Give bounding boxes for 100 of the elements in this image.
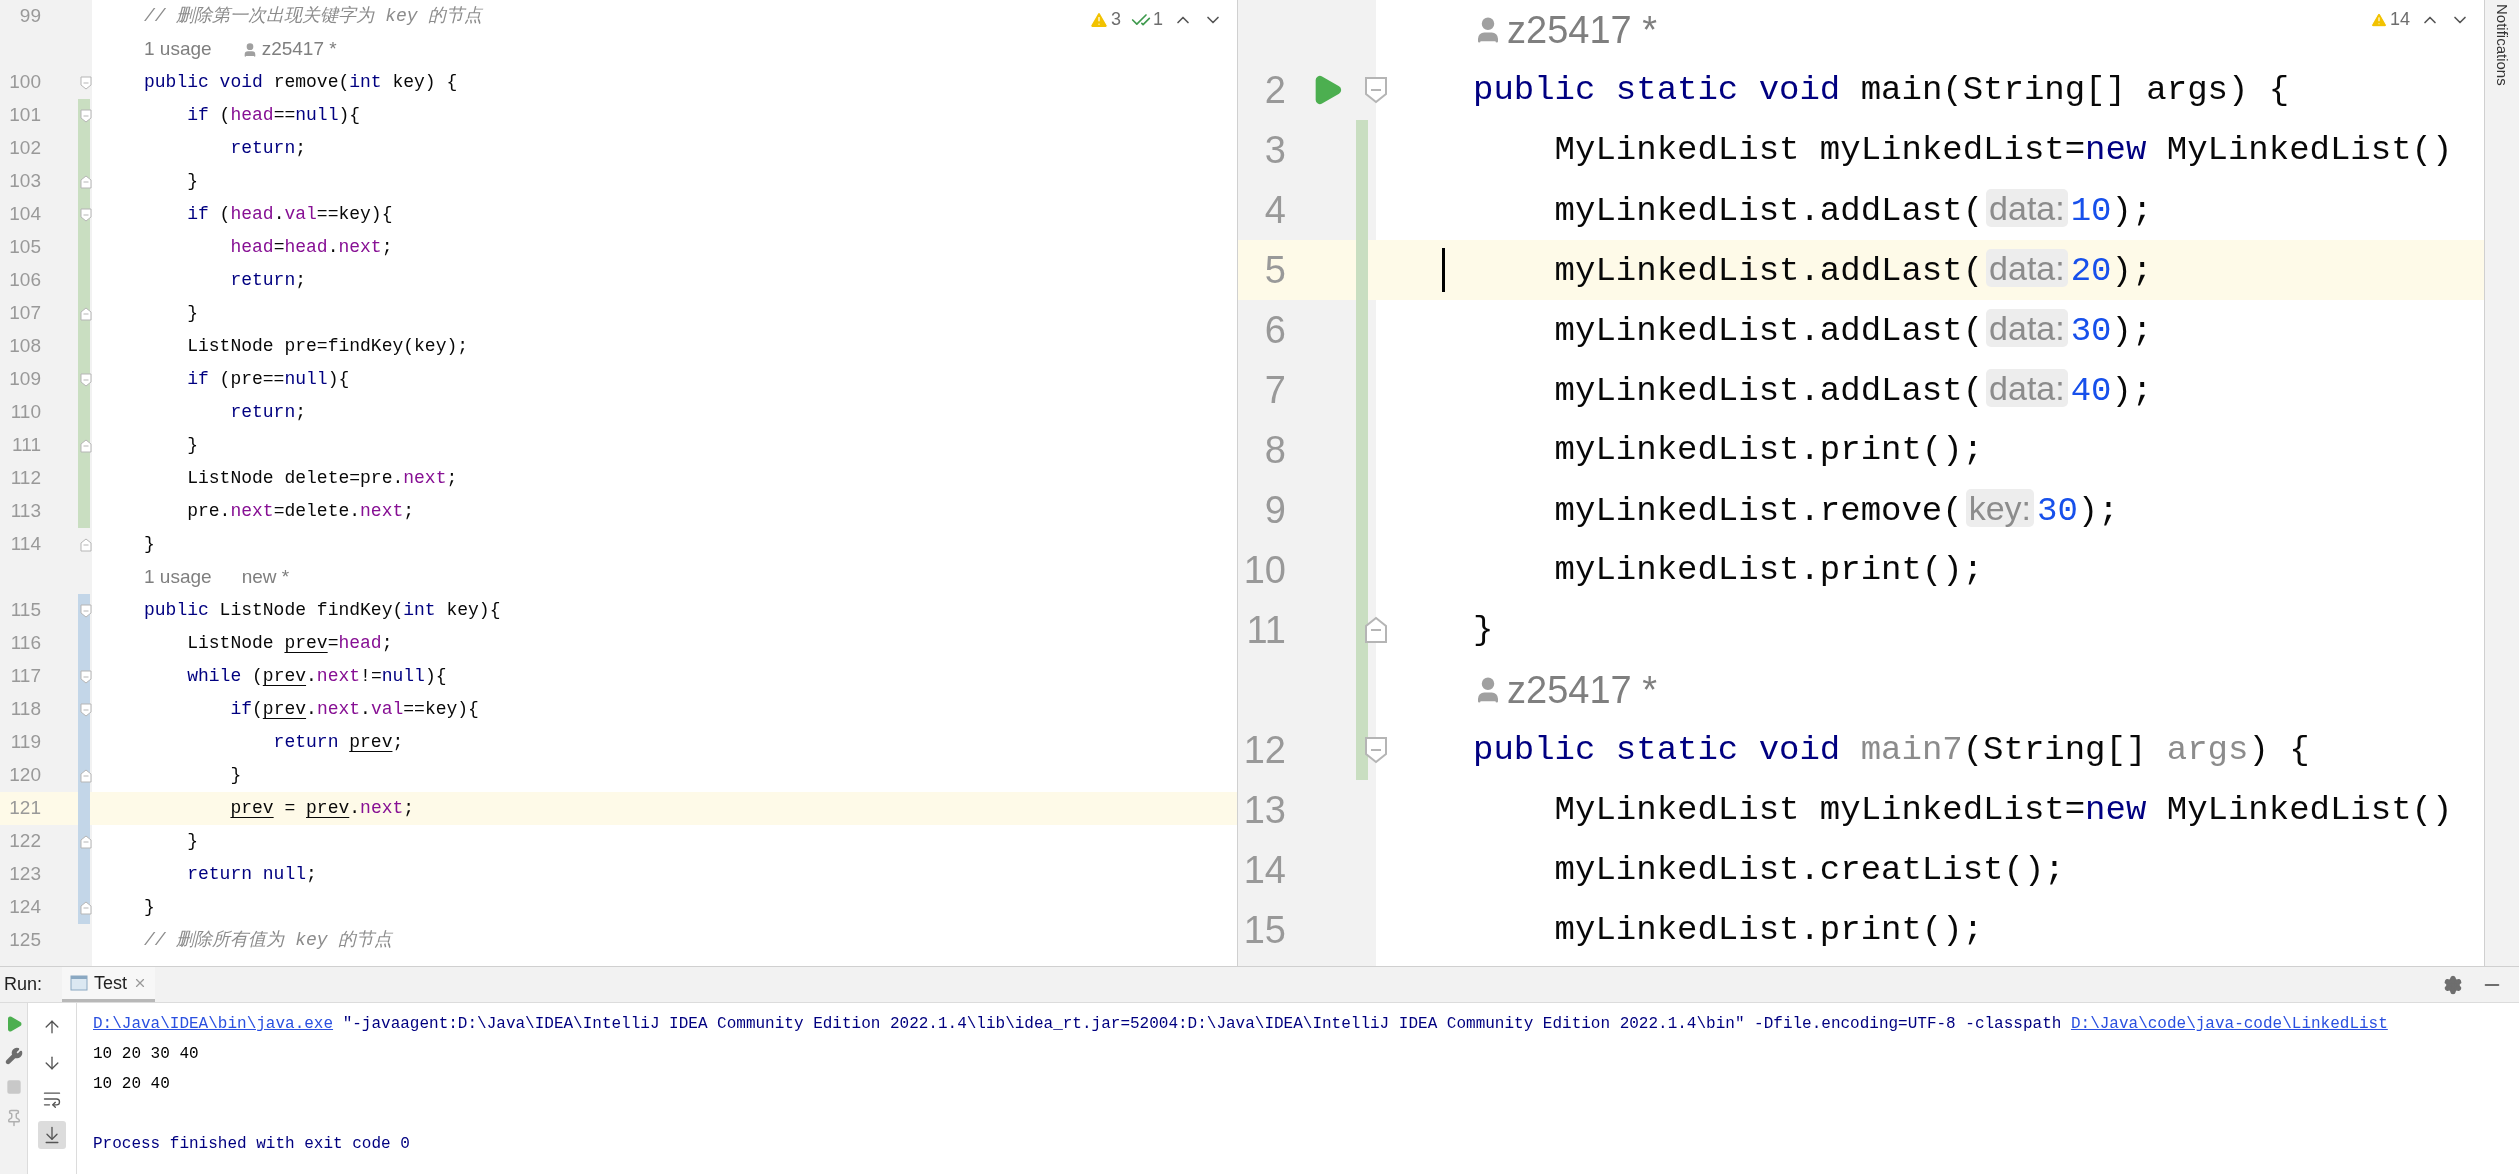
console-line: 10 20 30 40	[93, 1044, 200, 1065]
code-line: if(prev.next.val==key){	[229, 698, 479, 721]
line-number: 13	[1243, 787, 1286, 833]
line-number: 124	[9, 895, 41, 920]
usages-hint[interactable]: 1 usage	[144, 35, 212, 64]
line-number: 8	[1264, 427, 1286, 473]
line-number: 116	[10, 631, 41, 656]
fold-icon[interactable]	[80, 75, 92, 90]
line-number: 103	[9, 169, 41, 194]
line-number: 4	[1264, 187, 1286, 233]
author-hint[interactable]: z25417 *	[261, 35, 337, 64]
line-number: 7	[1264, 367, 1286, 413]
line-number: 100	[9, 70, 41, 95]
line-number: 122	[9, 829, 41, 854]
author-hint[interactable]: new *	[241, 563, 290, 592]
usages-hint[interactable]: 1 usage	[144, 563, 212, 592]
line-number: 109	[9, 367, 41, 392]
code-line: myLinkedList.print();	[1553, 429, 1984, 471]
wrench-icon[interactable]	[4, 1047, 23, 1065]
code-line: myLinkedList.addLast( data: 30);	[1553, 308, 2153, 352]
code-line: ListNode pre=findKey(key);	[186, 335, 469, 358]
line-number: 113	[10, 499, 41, 524]
stop-icon[interactable]	[5, 1079, 22, 1095]
code-line: pre.next=delete.next;	[186, 500, 415, 523]
fold-icon[interactable]	[80, 108, 92, 123]
inspection-count[interactable]: 1	[1153, 6, 1163, 33]
code-line: }	[186, 302, 198, 325]
change-marker[interactable]	[1356, 720, 1368, 780]
fold-icon[interactable]	[1364, 616, 1388, 644]
line-number: 121	[9, 796, 41, 821]
line-number: 114	[10, 532, 41, 557]
console-line: Process finished with exit code 0	[93, 1134, 411, 1155]
inspection-count[interactable]: 3	[1110, 6, 1121, 33]
console-line: D:\Java\IDEA\bin\java.exe "-javaagent:D:\Java\IDEA\IntelliJ IDEA Community Edition 2022.1.4\lib\idea_rt.jar=52004:D:\Java\IDEA\IntelliJ IDEA Community Edition 2022.1.4\bin" -Dfile.encoding=UTF-8 -classpath D:\Java\code\java-code\LinkedList	[93, 1014, 2389, 1035]
line-number: 3	[1264, 127, 1286, 173]
line-number: 15	[1243, 907, 1286, 953]
line-number: 106	[9, 268, 41, 293]
code-line: if (head.val==key){	[186, 203, 393, 226]
fold-icon[interactable]	[80, 702, 92, 717]
code-line: myLinkedList.addLast( data: 10);	[1553, 188, 2153, 232]
code-line: return;	[229, 401, 307, 424]
fold-icon[interactable]	[1364, 76, 1388, 104]
code-line: if (head==null){	[186, 104, 361, 127]
author-hint[interactable]: z25417 *	[1507, 661, 1657, 719]
author-hint[interactable]: z25417 *	[1507, 1, 1657, 59]
line-number: 14	[1243, 847, 1286, 893]
inspection-count[interactable]: 14	[2389, 6, 2410, 33]
fold-icon[interactable]	[80, 768, 92, 783]
code-line: while (prev.next!=null){	[186, 665, 447, 688]
line-number: 108	[9, 334, 41, 359]
run-tab[interactable]: Test	[62, 967, 156, 1002]
fold-icon[interactable]	[80, 669, 92, 684]
code-line: }	[1473, 609, 1494, 651]
fold-icon[interactable]	[80, 372, 92, 387]
code-line: }	[186, 170, 198, 193]
file-path-link[interactable]: D:\Java\IDEA\bin\java.exe	[93, 1015, 334, 1033]
line-number: 105	[9, 235, 41, 260]
fold-icon[interactable]	[80, 306, 92, 321]
line-number: 102	[9, 136, 41, 161]
code-line: return;	[229, 137, 307, 160]
text-cursor	[1442, 248, 1445, 292]
fold-icon[interactable]	[1364, 736, 1388, 764]
line-number: 107	[9, 301, 41, 326]
code-line: public static void main(String[] args) {	[1473, 69, 2290, 111]
code-line: return prev;	[272, 731, 404, 754]
fold-icon[interactable]	[80, 174, 92, 189]
line-number: 104	[9, 202, 41, 227]
code-line: public void remove(int key) {	[144, 71, 458, 94]
change-marker[interactable]	[78, 495, 90, 528]
code-line: myLinkedList.print();	[1553, 549, 1984, 591]
fold-icon[interactable]	[80, 207, 92, 222]
line-number: 110	[10, 400, 41, 425]
fold-icon[interactable]	[80, 537, 92, 552]
code-line: return null;	[186, 863, 317, 886]
fold-icon[interactable]	[80, 900, 92, 915]
line-number: 118	[10, 697, 41, 722]
scroll-to-end-icon[interactable]	[38, 1121, 66, 1149]
fold-icon[interactable]	[80, 438, 92, 453]
code-line: // 删除第一次出现关键字为 key 的节点	[144, 5, 483, 28]
line-number: 2	[1264, 67, 1286, 113]
code-line: myLinkedList.print();	[1553, 909, 1984, 951]
fold-icon[interactable]	[80, 603, 92, 618]
code-line: // 删除所有值为 key 的节点	[144, 929, 393, 952]
line-number: 11	[1246, 607, 1286, 653]
console-icon	[70, 975, 89, 991]
code-line: myLinkedList.addLast( data: 20);	[1553, 248, 2153, 292]
code-line: return;	[229, 269, 307, 292]
code-line: }	[186, 830, 198, 853]
line-number: 117	[10, 664, 41, 689]
line-number: 101	[9, 103, 41, 128]
code-line: ListNode delete=pre.next;	[186, 467, 458, 490]
change-marker[interactable]	[1356, 120, 1368, 180]
line-number: 120	[9, 763, 41, 788]
notifications-tab[interactable]: Notifications	[2490, 4, 2514, 966]
fold-icon[interactable]	[80, 834, 92, 849]
settings-icon[interactable]	[2443, 974, 2463, 995]
line-number: 6	[1264, 307, 1286, 353]
code-line: ListNode prev=head;	[186, 632, 393, 655]
line-number: 99	[19, 4, 41, 29]
file-path-link[interactable]: D:\Java\code\java-code\LinkedList	[2070, 1015, 2388, 1033]
